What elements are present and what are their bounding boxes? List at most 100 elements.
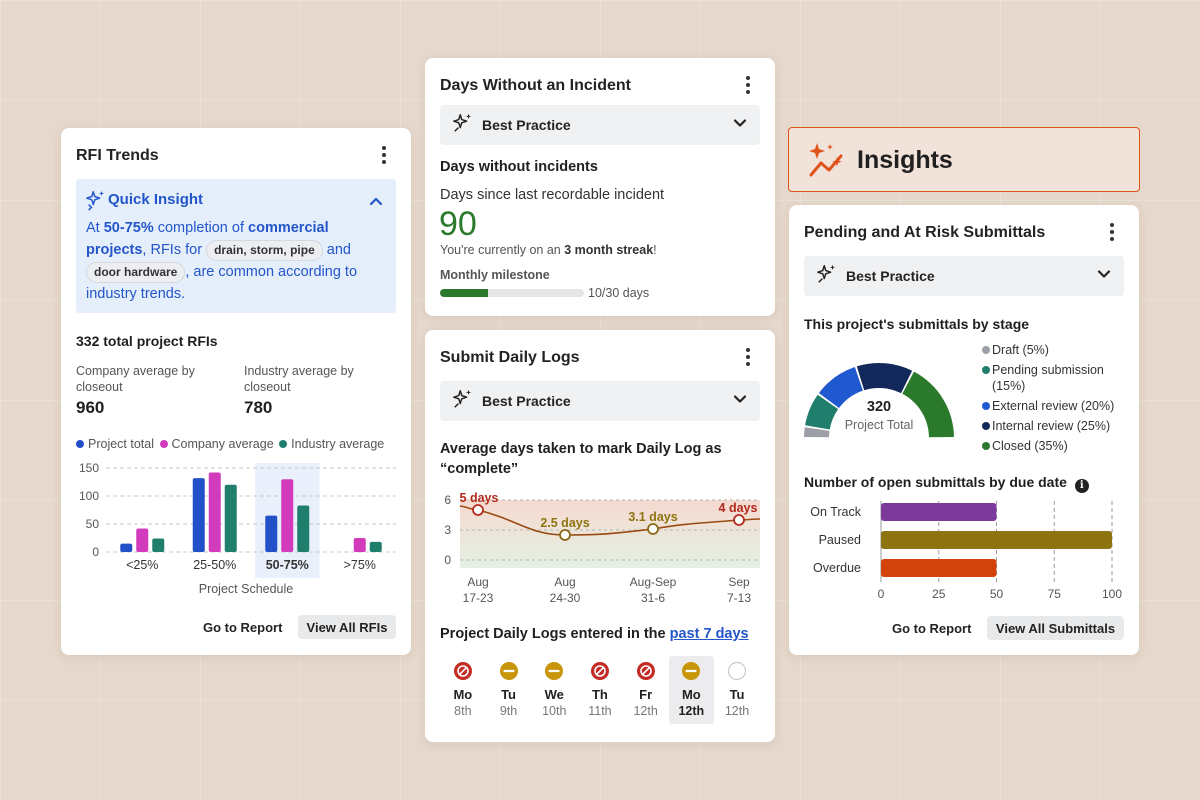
best-practice-dropdown[interactable]: Best Practice bbox=[440, 381, 760, 421]
legend-label: Closed (35%) bbox=[992, 439, 1068, 453]
total-value: 320 bbox=[866, 399, 892, 415]
streak-bold: 3 month streak bbox=[564, 243, 654, 257]
more-options-icon[interactable] bbox=[739, 348, 757, 366]
best-practice-label: Best Practice bbox=[482, 393, 571, 409]
day-name: Fr bbox=[639, 687, 653, 702]
quick-insight-label: Quick Insight bbox=[108, 191, 204, 208]
view-all-submittals-button[interactable]: View All Submittals bbox=[987, 616, 1124, 640]
info-icon[interactable]: i bbox=[1074, 479, 1089, 493]
day-date: 12th bbox=[678, 704, 705, 718]
legend-dot-project bbox=[76, 440, 84, 448]
legend-dot bbox=[982, 366, 990, 374]
milestone-progress-bar bbox=[440, 289, 584, 297]
legend-label: Internal review (25%) bbox=[992, 419, 1111, 433]
insights-label: Insights bbox=[857, 146, 953, 174]
industry-average-value: 780 bbox=[244, 398, 273, 417]
day-column[interactable]: Tu 9th bbox=[486, 656, 532, 724]
day-column[interactable]: Fr 12th bbox=[623, 656, 669, 724]
milestone-text: 10/30 days bbox=[588, 286, 650, 300]
entered-pre: Project Daily Logs entered in the bbox=[440, 626, 670, 642]
view-all-rfis-button[interactable]: View All RFIs bbox=[298, 615, 396, 639]
y-tick-label: 6 bbox=[444, 493, 451, 507]
card-title: Pending and At Risk Submittals bbox=[804, 224, 1046, 241]
due-date-bar-chart: 0 25 50 75 100 On Track Paused Overdue bbox=[810, 501, 1122, 601]
x-tick-label: 17-23 bbox=[463, 591, 494, 605]
legend-dot bbox=[982, 422, 990, 430]
company-average-value: 960 bbox=[76, 398, 105, 417]
bar-project-total bbox=[192, 478, 205, 552]
best-practice-dropdown[interactable]: Best Practice bbox=[804, 256, 1124, 296]
x-tick-label: 25 bbox=[932, 587, 946, 601]
x-tick-label: Aug bbox=[467, 575, 488, 589]
late-icon bbox=[531, 661, 577, 681]
more-options-icon[interactable] bbox=[375, 146, 393, 164]
bar-on-track bbox=[881, 503, 997, 521]
legend-item: Draft (5%) bbox=[982, 342, 1132, 358]
y-tick-label: 0 bbox=[92, 545, 99, 559]
x-tick-label: <25% bbox=[126, 558, 158, 572]
bar-industry-average bbox=[224, 484, 237, 552]
y-tick-label: 150 bbox=[79, 461, 99, 475]
x-tick-label: 31-6 bbox=[641, 591, 665, 605]
legend-item: Pending submission (15%) bbox=[982, 362, 1132, 394]
data-label: 4 days bbox=[719, 501, 758, 515]
chevron-down-icon bbox=[732, 391, 748, 412]
data-point bbox=[472, 504, 484, 516]
legend-label: Draft (5%) bbox=[992, 343, 1049, 357]
bar-project-total bbox=[265, 515, 278, 552]
data-label: 5 days bbox=[460, 491, 499, 505]
legend-item: Internal review (25%) bbox=[982, 418, 1132, 434]
day-name: Mo bbox=[453, 687, 473, 702]
day-name: Tu bbox=[729, 687, 745, 702]
x-tick-label: >75% bbox=[344, 558, 376, 572]
day-date: 11th bbox=[588, 704, 612, 718]
more-options-icon[interactable] bbox=[1103, 223, 1121, 241]
due-title-text: Number of open submittals by due date bbox=[804, 474, 1067, 490]
more-options-icon[interactable] bbox=[739, 76, 757, 94]
tag-pill: drain, storm, pipe bbox=[206, 240, 323, 261]
past-7-days-link[interactable]: past 7 days bbox=[670, 626, 749, 642]
bar-paused bbox=[881, 531, 1112, 549]
day-column[interactable]: We 10th bbox=[531, 656, 577, 724]
legend-item: Closed (35%) bbox=[982, 438, 1132, 454]
day-column[interactable]: Mo 12th bbox=[668, 656, 715, 724]
y-tick-label: Overdue bbox=[813, 561, 861, 575]
sparkle-icon bbox=[85, 189, 107, 216]
days-without-incident-card: Days Without an Incident Best Practice D… bbox=[425, 58, 775, 316]
data-point bbox=[559, 529, 571, 541]
insight-text-part: and bbox=[322, 242, 351, 258]
bar-company-average bbox=[353, 538, 366, 552]
day-date: 10th bbox=[542, 704, 567, 718]
pending-submittals-card: Pending and At Risk Submittals Best Prac… bbox=[789, 205, 1139, 655]
x-tick-label: Sep bbox=[728, 575, 750, 589]
best-practice-dropdown[interactable]: Best Practice bbox=[440, 105, 760, 145]
gauge-segment bbox=[856, 363, 913, 394]
legend-dot bbox=[982, 402, 990, 410]
company-average-label: Company average by closeout bbox=[76, 364, 195, 394]
day-column[interactable]: Mo 8th bbox=[440, 656, 486, 724]
sparkle-icon bbox=[816, 263, 838, 290]
go-to-report-button[interactable]: Go to Report bbox=[892, 621, 971, 636]
card-title: RFI Trends bbox=[76, 147, 159, 164]
insight-text-part: completion of bbox=[153, 220, 249, 236]
day-date: 12th bbox=[633, 704, 658, 718]
by-stage-title: This project's submittals by stage bbox=[804, 316, 1030, 332]
milestone-label: Monthly milestone bbox=[440, 268, 550, 282]
day-column[interactable]: Tu 12th bbox=[714, 656, 760, 724]
late-icon bbox=[486, 661, 532, 681]
sparkle-icon bbox=[452, 388, 474, 415]
insights-banner: Insights bbox=[788, 127, 1140, 192]
milestone-progress-fill bbox=[440, 289, 488, 297]
x-tick-label: 50-75% bbox=[266, 558, 309, 572]
days-count: 90 bbox=[439, 205, 477, 243]
empty-status-icon bbox=[714, 661, 760, 681]
entered-text: Project Daily Logs entered in the past 7… bbox=[440, 626, 749, 642]
x-tick-label: Aug-Sep bbox=[630, 575, 677, 589]
chevron-up-icon[interactable] bbox=[368, 193, 384, 214]
rfi-trends-card: RFI Trends Quick Insight At 50-75% compl… bbox=[61, 128, 411, 655]
bar-company-average bbox=[208, 472, 221, 552]
go-to-report-button[interactable]: Go to Report bbox=[203, 620, 282, 635]
day-column[interactable]: Th 11th bbox=[577, 656, 623, 724]
legend-dot bbox=[982, 442, 990, 450]
submit-daily-logs-card: Submit Daily Logs Best Practice Average … bbox=[425, 330, 775, 742]
